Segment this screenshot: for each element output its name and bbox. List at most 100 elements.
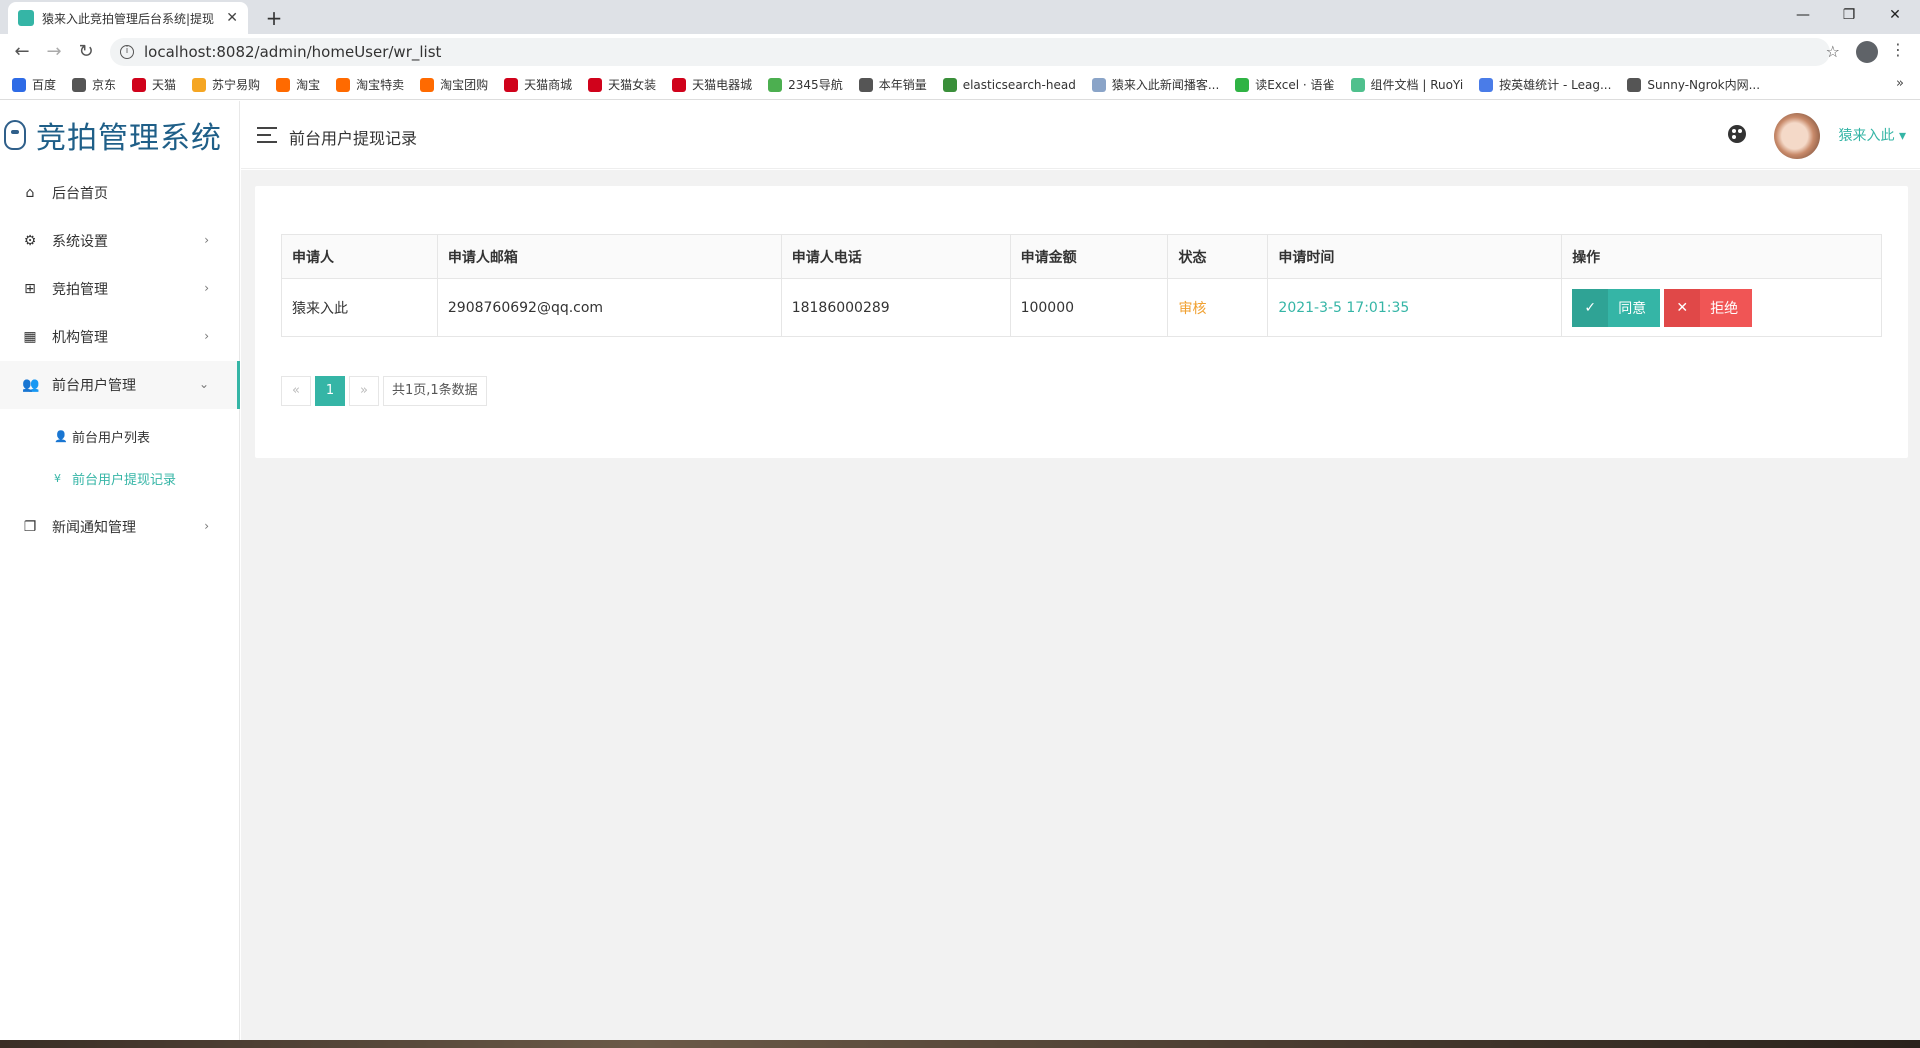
avatar[interactable] [1774,113,1820,159]
new-tab-button[interactable]: + [260,4,288,32]
column-header: 申请人 [281,234,438,279]
sidebar-item-home[interactable]: ⌂ 后台首页 [0,169,239,217]
window-close-icon[interactable]: ✕ [1872,0,1918,30]
menu-toggle-icon[interactable] [257,127,277,143]
bookmark-item[interactable]: 猿来入此新闻播客... [1091,76,1219,93]
sidebar-subitem-user-list[interactable]: 👤 前台用户列表 [0,415,239,457]
user-menu-dropdown[interactable]: 猿来入此 ▾ [1839,125,1906,145]
reload-icon[interactable]: ↻ [74,40,98,64]
cell-amount: 100000 [1009,278,1169,337]
gear-icon: ⚙ [23,233,37,249]
sitemap-icon: ⊞ [24,281,36,297]
tab-close-icon[interactable]: ✕ [226,10,238,26]
cell-time: 2021-3-5 17:01:35 [1267,278,1563,337]
sidebar-item-label: 竞拍管理 [52,282,108,298]
bookmark-item[interactable]: 组件文档 | RuoYi [1350,76,1464,93]
site-info-icon[interactable]: i [120,45,134,59]
bookmark-item[interactable]: 天猫商城 [504,76,572,93]
agree-label: 同意 [1618,300,1647,317]
bookmark-item[interactable]: 淘宝 [276,76,320,93]
tab-favicon-icon [18,10,34,26]
profile-icon[interactable] [1856,41,1878,63]
bookmark-item[interactable]: 淘宝特卖 [336,76,404,93]
agree-button[interactable]: ✓ 同意 [1572,288,1661,327]
next-page-button[interactable]: » [349,376,379,406]
bookmark-favicon-icon [1627,77,1642,92]
bookmark-item[interactable]: 天猫女装 [588,76,656,93]
users-icon: 👥 [22,377,40,393]
table-row: 猿来入此 2908760692@qq.com 18186000289 10000… [281,278,1882,337]
reject-button[interactable]: ✕ 拒绝 [1664,288,1753,327]
bookmark-favicon-icon [276,77,291,92]
close-icon: ✕ [1664,288,1701,327]
sidebar-item-label: 系统设置 [52,234,108,250]
minimize-icon[interactable]: — [1780,0,1826,30]
bookmark-favicon-icon [768,77,783,92]
url-input[interactable]: i localhost:8082/admin/homeUser/wr_list [110,38,1830,66]
sidebar-item-label: 前台用户管理 [52,378,136,394]
main-content: 申请人 申请人邮箱 申请人电话 申请金额 状态 申请时间 操作 猿来入此 290… [241,170,1920,1040]
forward-icon[interactable]: → [42,40,66,64]
dashboard-icon: ▦ [23,329,37,345]
chevron-down-icon: ⌄ [198,377,209,391]
bookmark-favicon-icon [504,77,519,92]
sidebar-item-org-management[interactable]: ▦ 机构管理 › [0,313,239,361]
sidebar-item-news-management[interactable]: ❐ 新闻通知管理 › [0,503,239,551]
bookmark-label: 读Excel · 语雀 [1255,78,1335,92]
user-icon: 👤 [54,429,68,443]
bookmark-label: 天猫商城 [524,78,573,92]
bookmark-item[interactable]: 本年销量 [858,76,927,93]
sidebar: 竞拍管理系统 ⌂ 后台首页 ⚙ 系统设置 › ⊞ 竞拍管理 › ▦ 机构管理 ›… [0,101,240,1040]
bookmark-item[interactable]: 2345导航 [768,76,843,93]
restore-icon[interactable]: ❐ [1826,0,1872,30]
cell-email: 2908760692@qq.com [436,278,782,337]
bookmark-item[interactable]: 淘宝团购 [420,76,488,93]
bookmark-favicon-icon [672,77,687,92]
logo-text: 竞拍管理系统 [36,121,222,156]
column-header: 申请人电话 [780,234,1011,279]
bookmark-item[interactable]: 百度 [12,76,56,93]
chevron-right-icon: › [204,519,209,533]
bookmark-favicon-icon [1350,77,1365,92]
browser-menu-icon[interactable]: ⋮ [1890,40,1906,59]
browser-tab-bar: 猿来入此竞拍管理后台系统|提现 ✕ + — ❐ ✕ [0,0,1920,34]
reject-label: 拒绝 [1710,300,1739,317]
bookmark-label: 淘宝特卖 [356,78,405,92]
bookmark-item[interactable]: 天猫电器城 [672,76,752,93]
bookmark-star-icon[interactable]: ☆ [1826,42,1840,61]
bookmark-item[interactable]: 京东 [72,76,116,93]
page-number-button[interactable]: 1 [315,376,345,406]
bookmark-item[interactable]: Sunny-Ngrok内网... [1627,76,1760,93]
column-header: 申请金额 [1009,234,1169,279]
bookmark-label: 天猫女装 [608,78,657,92]
bookmark-item[interactable]: elasticsearch-head [942,77,1076,92]
bookmark-item[interactable]: 天猫 [132,76,176,93]
sidebar-item-system-settings[interactable]: ⚙ 系统设置 › [0,217,239,265]
back-icon[interactable]: ← [10,40,34,64]
column-header: 申请人邮箱 [436,234,782,279]
bookmark-label: 京东 [92,78,117,92]
sidebar-item-label: 新闻通知管理 [52,520,136,536]
palette-icon[interactable] [1728,125,1746,143]
bookmark-label: 组件文档 | RuoYi [1370,78,1464,92]
bookmark-label: 天猫电器城 [692,78,753,92]
bookmark-favicon-icon [588,77,603,92]
bookmark-favicon-icon [1235,77,1250,92]
sidebar-subitem-withdraw-records[interactable]: ¥ 前台用户提现记录 [0,457,239,499]
bookmark-item[interactable]: 读Excel · 语雀 [1235,76,1335,93]
bookmark-label: 淘宝团购 [440,78,489,92]
chevron-right-icon: › [204,233,209,247]
bookmarks-more-icon[interactable]: » [1896,76,1904,91]
logo-icon [4,120,26,150]
sidebar-item-front-user-management[interactable]: 👥 前台用户管理 ⌄ [0,361,240,409]
bookmark-favicon-icon [192,77,207,92]
bookmark-label: 天猫 [152,78,177,92]
bookmark-favicon-icon [132,77,147,92]
sidebar-item-auction-management[interactable]: ⊞ 竞拍管理 › [0,265,239,313]
bookmark-item[interactable]: 苏宁易购 [192,76,260,93]
bookmark-label: 2345导航 [788,78,843,92]
bookmark-item[interactable]: 按英雄统计 - Leag... [1479,76,1611,93]
prev-page-button[interactable]: « [281,376,311,406]
browser-tab[interactable]: 猿来入此竞拍管理后台系统|提现 ✕ [8,2,248,34]
chevron-right-icon: › [204,329,209,343]
